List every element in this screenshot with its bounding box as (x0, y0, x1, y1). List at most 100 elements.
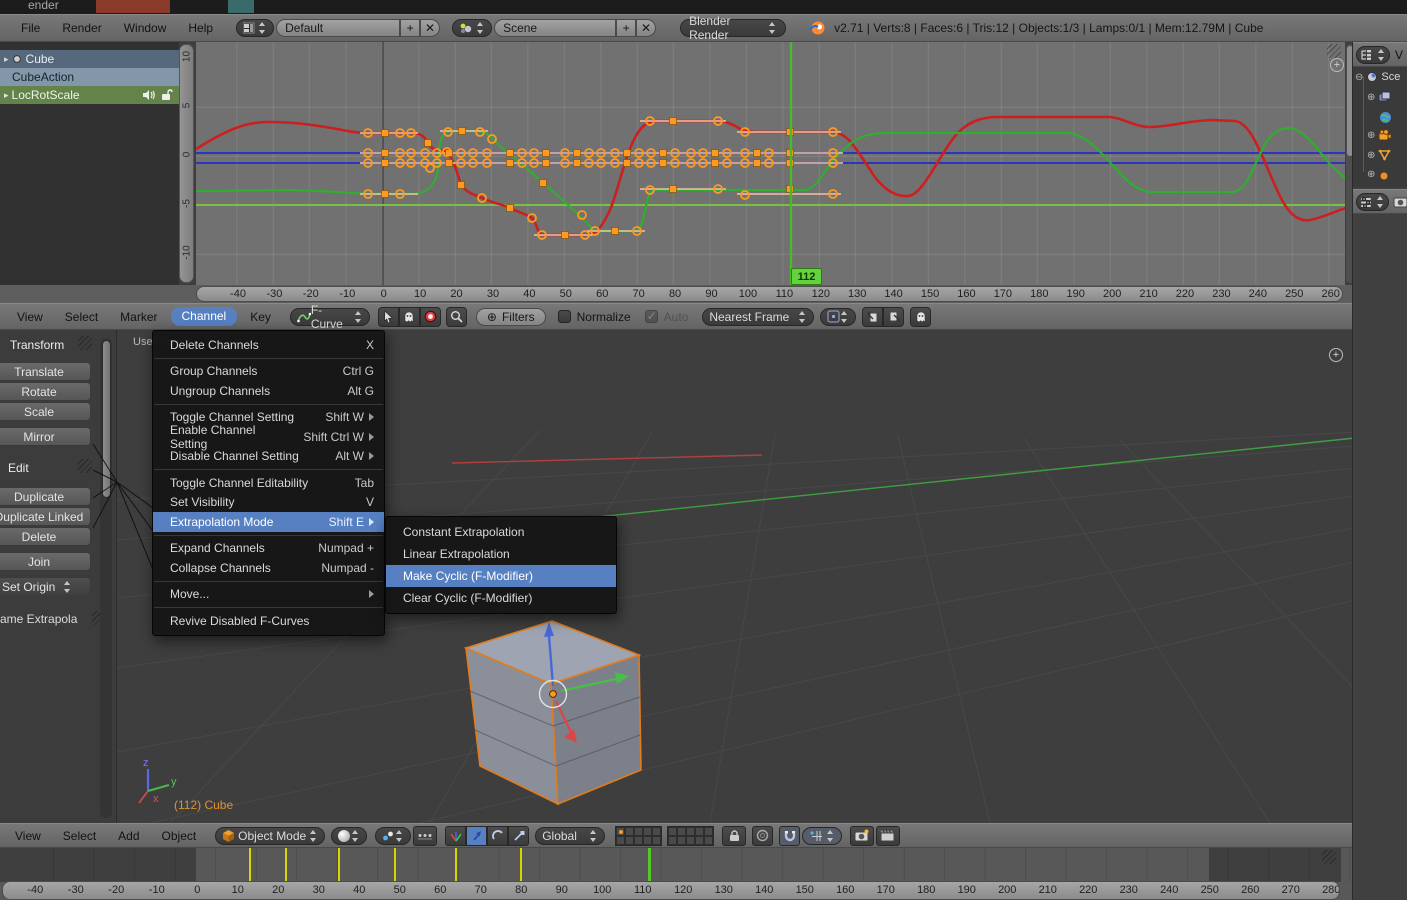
layout-add-button[interactable]: + (400, 19, 420, 37)
mute-speaker-icon[interactable] (142, 89, 156, 101)
menu-item-enable-channel-setting[interactable]: Enable Channel SettingShift Ctrl W (153, 427, 384, 447)
scene-name-field[interactable]: Scene (494, 19, 616, 37)
duplicate-linked-button[interactable]: Duplicate Linked (0, 507, 91, 526)
outliner-item-extra[interactable]: ⊕ (1367, 169, 1390, 180)
menu-item-expand-channels[interactable]: Expand ChannelsNumpad + (153, 539, 384, 559)
set-origin-dropdown[interactable]: Set Origin (0, 577, 91, 596)
graph-add-panel-icon[interactable]: + (1330, 58, 1344, 72)
zoom-tool-button[interactable] (446, 307, 467, 327)
shading-dropdown[interactable] (331, 827, 367, 845)
mirror-button[interactable]: Mirror (0, 427, 91, 446)
render-still-button[interactable] (850, 826, 874, 846)
menu-item-revive-disabled-fcurves[interactable]: Revive Disabled F-Curves (153, 611, 384, 631)
vp-menu-object[interactable]: Object (151, 829, 208, 843)
delete-button[interactable]: Delete (0, 527, 91, 546)
timeline-ruler[interactable]: -40-30-20-100102030405060708090100110120… (2, 881, 1340, 900)
scene-delete-button[interactable]: ✕ (636, 19, 656, 37)
menu-item-set-visibility[interactable]: Set VisibilityV (153, 493, 384, 513)
menu-item-move[interactable]: Move... (153, 585, 384, 605)
vp-menu-add[interactable]: Add (107, 829, 150, 843)
proportional-edit-button[interactable] (752, 826, 773, 846)
menu-item-extrapolation-mode[interactable]: Extrapolation ModeShift E (153, 512, 384, 532)
paste-keyframes-button[interactable] (883, 307, 904, 327)
channel-row-locrotscale[interactable]: ▸ LocRotScale (0, 86, 179, 104)
graph-menu-marker[interactable]: Marker (109, 310, 168, 324)
edit-panel-header[interactable]: Edit (8, 461, 29, 475)
normalize-target-button[interactable] (420, 307, 441, 327)
outliner-view-menu[interactable]: V (1395, 48, 1403, 62)
expand-icon[interactable]: ⊕ (1367, 169, 1375, 180)
submenu-item-linear-extrapolation[interactable]: Linear Extrapolation (386, 543, 616, 565)
copy-keyframes-button[interactable] (862, 307, 883, 327)
outliner-item-mesh[interactable]: ⊕ (1367, 149, 1391, 161)
pivot-point-dropdown[interactable] (820, 308, 856, 326)
graph-menu-select[interactable]: Select (54, 310, 109, 324)
menu-file[interactable]: File (10, 21, 51, 35)
join-button[interactable]: Join (0, 552, 91, 571)
graph-x-scrollbar[interactable]: -40-30-20-100102030405060708090100110120… (196, 286, 1343, 302)
outliner-item-camera[interactable]: ⊕ (1367, 129, 1392, 141)
translate-manipulator-button[interactable] (466, 826, 487, 846)
scene-add-button[interactable]: + (616, 19, 636, 37)
mode-dropdown[interactable]: Object Mode (215, 827, 325, 845)
render-engine-dropdown[interactable]: Blender Render (680, 19, 786, 37)
graph-menu-channel[interactable]: Channel (171, 307, 238, 326)
viewport-add-panel-icon[interactable]: + (1329, 348, 1343, 362)
outliner-item-renderlayers[interactable]: ⊕ (1367, 91, 1391, 103)
frame-snap-dropdown[interactable]: Nearest Frame (702, 308, 814, 326)
ghost-curves-button[interactable] (399, 307, 420, 327)
rotate-button[interactable]: Rotate (0, 382, 91, 401)
layout-delete-button[interactable]: ✕ (420, 19, 440, 37)
cursor-tool-button[interactable] (378, 307, 399, 327)
submenu-item-make-cyclic[interactable]: Make Cyclic (F-Modifier) (386, 565, 616, 587)
lock-to-scene-button[interactable] (722, 826, 746, 846)
scale-button[interactable]: Scale (0, 402, 91, 421)
graph-plot-area[interactable]: 112 (196, 42, 1345, 285)
vp-menu-view[interactable]: View (4, 829, 52, 843)
menu-help[interactable]: Help (177, 21, 224, 35)
graph-mode-dropdown[interactable]: F-Curve (290, 308, 370, 326)
manipulator-axis-button[interactable] (445, 826, 466, 846)
menu-item-toggle-channel-editability[interactable]: Toggle Channel EditabilityTab (153, 473, 384, 493)
duplicate-button[interactable]: Duplicate (0, 487, 91, 506)
graph-corner-grip[interactable] (1327, 44, 1341, 58)
menu-item-collapse-channels[interactable]: Collapse ChannelsNumpad - (153, 558, 384, 578)
translate-button[interactable]: Translate (0, 362, 91, 381)
graph-menu-view[interactable]: View (6, 310, 54, 324)
scale-manipulator-button[interactable] (508, 826, 529, 846)
expander-icon[interactable]: ▸ (4, 54, 9, 65)
pivot-dropdown[interactable] (375, 827, 411, 845)
scene-selector-icon[interactable] (452, 19, 492, 37)
snap-toggle-button[interactable] (779, 826, 800, 846)
menu-render[interactable]: Render (51, 21, 112, 35)
outliner-item-world[interactable] (1379, 111, 1392, 124)
filters-button[interactable]: ⊕ Filters (476, 308, 546, 326)
auto-checkbox[interactable] (645, 310, 658, 323)
normalize-checkbox[interactable] (558, 310, 571, 323)
collapse-icon[interactable]: ⊖ (1355, 72, 1363, 83)
expand-icon[interactable]: ⊕ (1367, 92, 1375, 103)
snap-element-dropdown[interactable] (802, 827, 842, 845)
timeline-current-frame-line[interactable] (648, 848, 651, 882)
screen-layout-selector-icon[interactable] (236, 19, 274, 37)
manipulate-center-points-button[interactable] (413, 826, 437, 846)
properties-editor-type-button[interactable] (1356, 193, 1389, 211)
expand-icon[interactable]: ⊕ (1367, 150, 1375, 161)
expand-icon[interactable]: ⊕ (1367, 130, 1375, 141)
vp-menu-select[interactable]: Select (52, 829, 107, 843)
render-context-tab-icon[interactable] (1393, 195, 1407, 208)
graph-menu-key[interactable]: Key (239, 310, 282, 324)
transform-panel-header[interactable]: Transform (10, 338, 64, 352)
orientation-dropdown[interactable]: Global (535, 827, 605, 845)
menu-item-ungroup-channels[interactable]: Ungroup ChannelsAlt G (153, 381, 384, 401)
render-animation-button[interactable] (876, 826, 900, 846)
outliner-editor-type-button[interactable] (1356, 46, 1390, 64)
channel-row-cube[interactable]: ▸ Cube (0, 50, 179, 68)
timeline-region[interactable]: -40-30-20-100102030405060708090100110120… (0, 848, 1355, 900)
menu-item-delete-channels[interactable]: Delete ChannelsX (153, 335, 384, 355)
submenu-item-constant-extrapolation[interactable]: Constant Extrapolation (386, 521, 616, 543)
outliner-item-scene[interactable]: ⊖ Sce (1355, 71, 1400, 83)
rotate-manipulator-button[interactable] (487, 826, 508, 846)
ghost-toggle-button[interactable] (910, 307, 931, 327)
layers-widget[interactable] (615, 826, 714, 846)
